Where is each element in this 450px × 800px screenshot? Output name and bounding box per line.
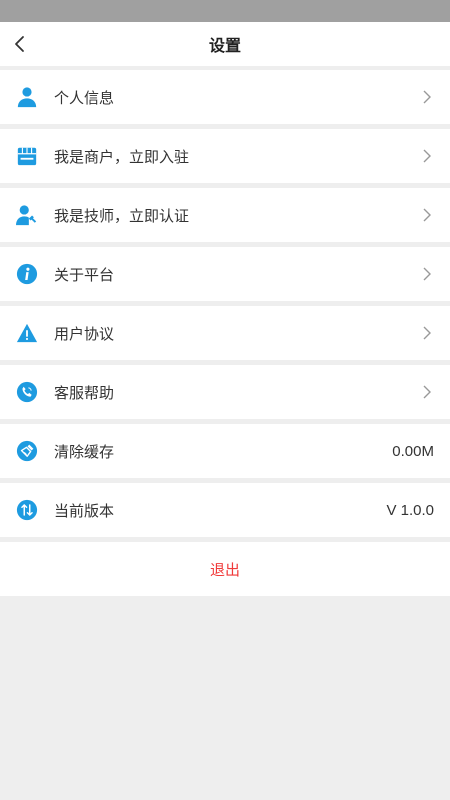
logout-label: 退出 bbox=[209, 561, 240, 579]
settings-item-label: 我是商户，立即入驻 bbox=[54, 148, 190, 166]
chevron-right-icon bbox=[420, 267, 434, 281]
settings-item-about[interactable]: 关于平台 bbox=[0, 247, 450, 301]
version-value: V 1.0.0 bbox=[386, 501, 434, 519]
user-icon bbox=[16, 86, 38, 108]
back-button[interactable] bbox=[10, 34, 30, 54]
version-arrows-icon bbox=[16, 499, 38, 521]
settings-item-profile[interactable]: 个人信息 bbox=[0, 70, 450, 124]
warning-icon bbox=[16, 322, 38, 344]
settings-item-agreement[interactable]: 用户协议 bbox=[0, 306, 450, 360]
settings-item-label: 清除缓存 bbox=[54, 443, 115, 461]
cache-size-value: 0.00M bbox=[392, 442, 434, 460]
settings-item-label: 个人信息 bbox=[54, 89, 115, 107]
settings-item-label: 关于平台 bbox=[54, 266, 115, 284]
settings-item-label: 用户协议 bbox=[54, 325, 115, 343]
shop-icon bbox=[16, 145, 38, 167]
chevron-right-icon bbox=[420, 90, 434, 104]
settings-item-label: 当前版本 bbox=[54, 502, 115, 520]
chevron-right-icon bbox=[420, 149, 434, 163]
settings-item-version[interactable]: 当前版本 V 1.0.0 bbox=[0, 483, 450, 537]
page-title: 设置 bbox=[208, 38, 241, 55]
chevron-right-icon bbox=[420, 208, 434, 222]
settings-list: 个人信息 我是商户，立即入驻 我是技师，立即认证 关于平台 用户协议 客服帮助 … bbox=[0, 70, 450, 537]
settings-item-clear-cache[interactable]: 清除缓存 0.00M bbox=[0, 424, 450, 478]
broom-icon bbox=[16, 440, 38, 462]
info-icon bbox=[16, 263, 38, 285]
settings-item-merchant[interactable]: 我是商户，立即入驻 bbox=[0, 129, 450, 183]
header: 设置 bbox=[0, 22, 450, 66]
chevron-right-icon bbox=[420, 385, 434, 399]
logout-button[interactable]: 退出 bbox=[0, 542, 450, 596]
phone-icon bbox=[16, 381, 38, 403]
technician-icon bbox=[16, 204, 38, 226]
status-bar bbox=[0, 0, 450, 22]
chevron-left-icon bbox=[15, 36, 24, 52]
chevron-right-icon bbox=[420, 326, 434, 340]
settings-item-label: 我是技师，立即认证 bbox=[54, 207, 190, 225]
settings-item-support[interactable]: 客服帮助 bbox=[0, 365, 450, 419]
settings-item-technician[interactable]: 我是技师，立即认证 bbox=[0, 188, 450, 242]
settings-item-label: 客服帮助 bbox=[54, 384, 115, 402]
